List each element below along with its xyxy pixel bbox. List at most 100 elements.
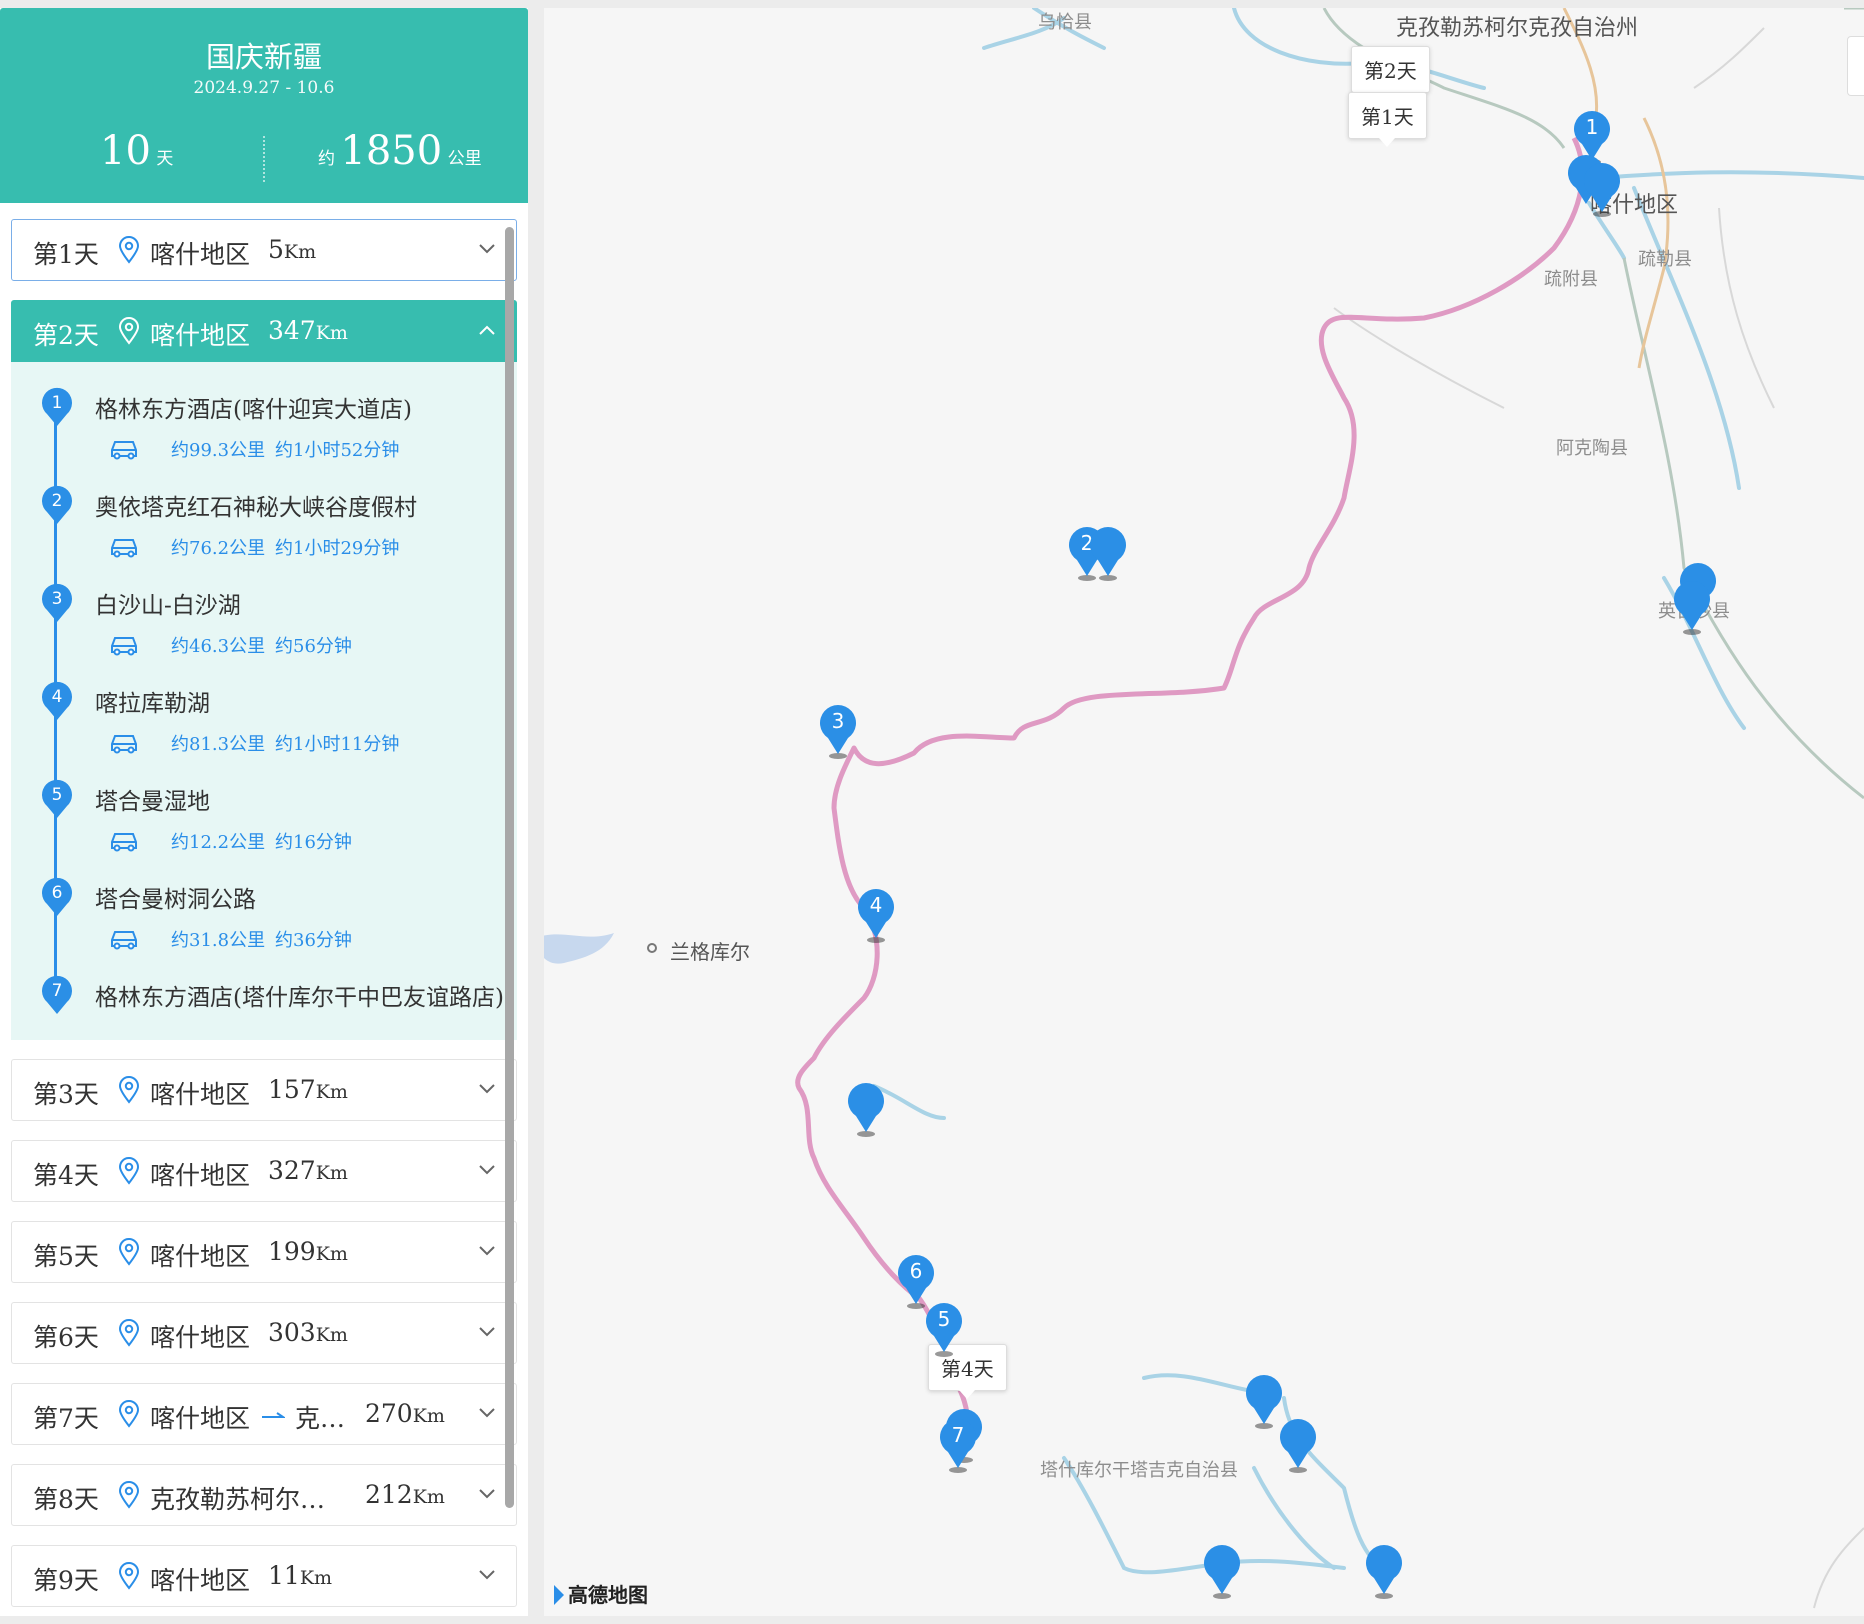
day-row-4[interactable]: 第4天 喀什地区 327Km xyxy=(11,1140,517,1202)
location-pin-icon xyxy=(118,1319,140,1347)
car-icon xyxy=(111,637,137,656)
day-callout[interactable]: 第1天 xyxy=(1348,92,1427,147)
location-pin-icon xyxy=(118,1400,140,1428)
day-place: 喀什地区 xyxy=(150,321,251,350)
day-row-9[interactable]: 第9天 喀什地区 11Km xyxy=(11,1545,517,1607)
day-row-2[interactable]: 第2天 喀什地区 347Km xyxy=(11,300,517,362)
chevron-down-icon[interactable] xyxy=(478,1164,496,1176)
stop-marker-icon: 7 xyxy=(42,975,72,1014)
day-distance: 212Km xyxy=(365,1480,445,1509)
day-place: 喀什地区 xyxy=(150,240,251,269)
leg-time: 约1小时29分钟 xyxy=(275,538,400,559)
chevron-up-icon[interactable] xyxy=(478,324,496,336)
map-control[interactable] xyxy=(1847,36,1864,96)
map-marker[interactable] xyxy=(1670,574,1714,636)
route-map[interactable]: 乌恰县 克孜勒苏柯尔克孜自治州 喀什地区 疏勒县 疏附县 阿克陶县 英吉沙县 兰… xyxy=(544,8,1864,1616)
location-pin-icon xyxy=(118,236,140,264)
day-row-7[interactable]: 第7天 喀什地区 克… 270Km xyxy=(11,1383,517,1445)
chevron-down-icon[interactable] xyxy=(478,1083,496,1095)
location-pin-icon xyxy=(118,1562,140,1590)
leg-distance: 约46.3公里 xyxy=(171,636,266,657)
stop-name[interactable]: 塔合曼湿地 xyxy=(95,782,210,816)
day-distance: 199Km xyxy=(268,1237,348,1266)
day-row-8[interactable]: 第8天 克孜勒苏柯尔… 212Km xyxy=(11,1464,517,1526)
car-icon xyxy=(111,931,137,950)
day-label: 第8天 xyxy=(33,1485,99,1514)
day-row-5[interactable]: 第5天 喀什地区 199Km xyxy=(11,1221,517,1283)
map-marker[interactable] xyxy=(1580,156,1624,218)
day-2-stops: 1 格林东方酒店(喀什迎宾大道店) 约99.3公里 约1小时52分钟 2 奥依塔… xyxy=(11,362,517,1040)
stop-name[interactable]: 奥依塔克红石神秘大峡谷度假村 xyxy=(95,488,417,522)
map-label-aketao: 阿克陶县 xyxy=(1556,438,1628,459)
chevron-down-icon[interactable] xyxy=(478,243,496,255)
day-distance: 270Km xyxy=(365,1399,445,1428)
day-distance: 327Km xyxy=(268,1156,348,1185)
map-label-langekuer: 兰格库尔 xyxy=(670,940,750,964)
stop-marker-icon: 4 xyxy=(42,681,72,720)
stop-marker-icon: 5 xyxy=(42,779,72,818)
map-marker[interactable] xyxy=(1276,1412,1320,1474)
stop-marker-icon: 2 xyxy=(42,485,72,524)
stop-name[interactable]: 塔合曼树洞公路 xyxy=(95,880,256,914)
svg-text:7: 7 xyxy=(952,1423,965,1447)
day-row-6[interactable]: 第6天 喀什地区 303Km xyxy=(11,1302,517,1364)
chevron-down-icon[interactable] xyxy=(478,1488,496,1500)
itinerary-panel: 国庆新疆 2024.9.27 - 10.6 10 天 约 1850 公里 第1天… xyxy=(0,8,528,1616)
day-place: 喀什地区 xyxy=(150,1161,251,1190)
amap-logo-icon xyxy=(554,1585,564,1605)
day-place: 喀什地区 xyxy=(150,1080,251,1109)
map-logo: 高德地图 xyxy=(554,1579,648,1608)
map-marker[interactable]: 5 xyxy=(922,1296,966,1358)
trip-dates: 2024.9.27 - 10.6 xyxy=(193,78,335,98)
chevron-down-icon[interactable] xyxy=(478,1245,496,1257)
map-marker[interactable] xyxy=(1200,1538,1244,1600)
map-marker[interactable] xyxy=(844,1076,888,1138)
map-marker[interactable] xyxy=(1086,520,1130,582)
location-pin-icon xyxy=(118,1076,140,1104)
stat-divider xyxy=(263,136,265,182)
map-marker[interactable]: 3 xyxy=(816,698,860,760)
day-callout[interactable]: 第2天 xyxy=(1351,46,1430,101)
day-row-3[interactable]: 第3天 喀什地区 157Km xyxy=(11,1059,517,1121)
day-place: 喀什地区 xyxy=(150,1323,251,1352)
day-label: 第7天 xyxy=(33,1404,99,1433)
leg-time: 约56分钟 xyxy=(275,636,352,657)
trip-distance-prefix: 约 xyxy=(318,149,335,169)
svg-text:2: 2 xyxy=(52,491,63,511)
day-label: 第9天 xyxy=(33,1566,99,1595)
svg-text:3: 3 xyxy=(52,589,63,609)
stop-marker-icon: 3 xyxy=(42,583,72,622)
day-place: 喀什地区 xyxy=(150,1566,251,1595)
svg-text:1: 1 xyxy=(52,393,63,413)
leg-time: 约1小时11分钟 xyxy=(275,734,400,755)
car-icon xyxy=(111,441,137,460)
stop-marker-icon: 1 xyxy=(42,387,72,426)
chevron-down-icon[interactable] xyxy=(478,1569,496,1581)
day-distance: 303Km xyxy=(268,1318,348,1347)
day-destination: 克… xyxy=(295,1404,346,1433)
stop-name[interactable]: 格林东方酒店(喀什迎宾大道店) xyxy=(95,390,412,424)
day-label: 第6天 xyxy=(33,1323,99,1352)
chevron-down-icon[interactable] xyxy=(478,1326,496,1338)
leg-distance: 约81.3公里 xyxy=(171,734,266,755)
stop-name[interactable]: 喀拉库勒湖 xyxy=(95,684,210,718)
day-row-1[interactable]: 第1天 喀什地区 5Km xyxy=(11,219,517,281)
leg-time: 约16分钟 xyxy=(275,832,352,853)
svg-text:4: 4 xyxy=(52,687,63,707)
chevron-down-icon[interactable] xyxy=(478,1407,496,1419)
svg-text:5: 5 xyxy=(52,785,63,805)
leg-distance: 约12.2公里 xyxy=(171,832,266,853)
map-marker[interactable]: 7 xyxy=(936,1412,980,1474)
map-marker[interactable]: 4 xyxy=(854,882,898,944)
day-label: 第4天 xyxy=(33,1161,99,1190)
stop-name[interactable]: 格林东方酒店(塔什库尔干中巴友谊路店) xyxy=(95,978,504,1012)
trip-days-unit: 天 xyxy=(156,149,174,169)
svg-text:7: 7 xyxy=(52,981,63,1001)
day-label: 第5天 xyxy=(33,1242,99,1271)
trip-title: 国庆新疆 xyxy=(205,40,322,74)
scrollbar[interactable] xyxy=(505,227,514,1508)
map-label-kezhou: 克孜勒苏柯尔克孜自治州 xyxy=(1396,16,1639,41)
stop-name[interactable]: 白沙山-白沙湖 xyxy=(95,586,241,620)
location-pin-icon xyxy=(118,317,140,345)
map-marker[interactable] xyxy=(1362,1538,1406,1600)
